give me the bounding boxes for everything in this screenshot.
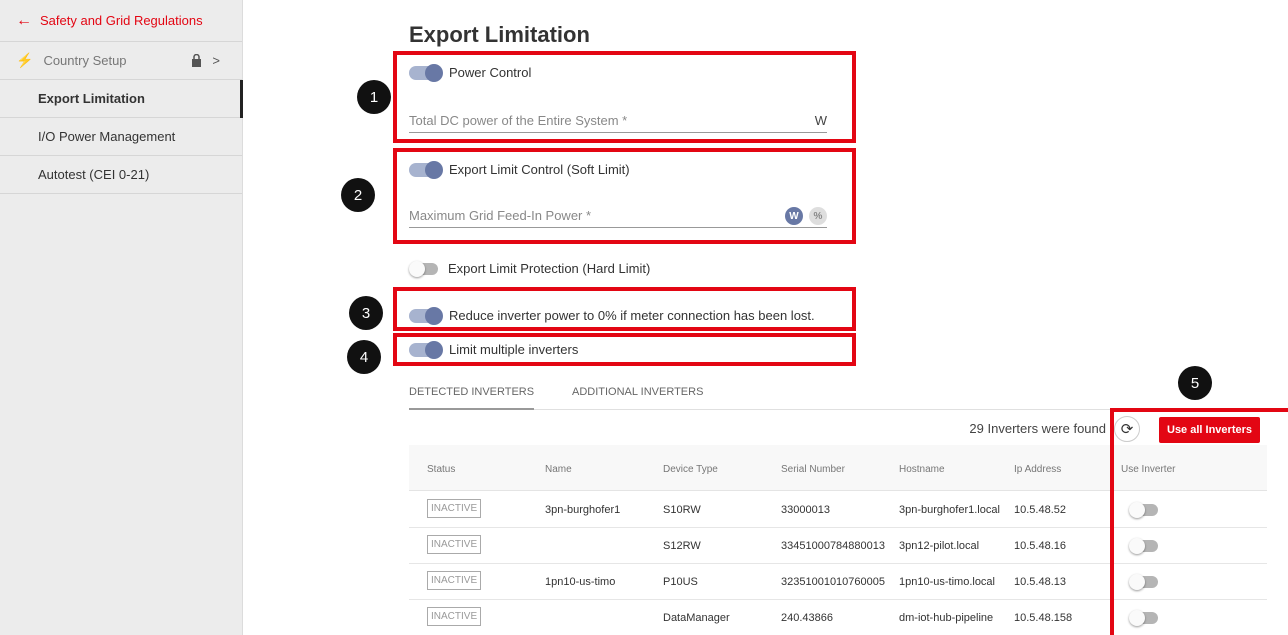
cell-device-type: S12RW — [663, 540, 701, 552]
cell-device-type: S10RW — [663, 504, 701, 516]
col-name: Name — [545, 464, 572, 475]
cell-hostname: 3pn12-pilot.local — [899, 540, 980, 552]
tab-detected-inverters[interactable]: DETECTED INVERTERS — [409, 386, 535, 410]
col-status: Status — [427, 464, 456, 475]
back-link[interactable]: ← Safety and Grid Regulations — [0, 0, 242, 42]
export-limit-soft-toggle[interactable] — [409, 160, 443, 179]
col-serial-number: Serial Number — [781, 464, 845, 475]
sidebar-item-export-limitation[interactable]: Export Limitation — [0, 80, 243, 118]
col-ip-address: Ip Address — [1014, 464, 1062, 475]
cell-name: 3pn-burghofer1 — [545, 504, 621, 516]
col-hostname: Hostname — [899, 464, 945, 475]
unit-percent-option[interactable]: % — [809, 207, 827, 225]
sidebar-item-label: I/O Power Management — [38, 129, 176, 144]
total-dc-power-placeholder: Total DC power of the Entire System * — [409, 113, 628, 128]
cell-hostname: 3pn-burghofer1.local — [899, 504, 1000, 516]
status-badge: INACTIVE — [427, 535, 482, 554]
sidebar-item-autotest[interactable]: Autotest (CEI 0-21) — [0, 156, 242, 194]
export-limit-hard-label: Export Limit Protection (Hard Limit) — [448, 261, 651, 276]
tab-additional-inverters[interactable]: ADDITIONAL INVERTERS — [572, 386, 703, 398]
status-badge: INACTIVE — [427, 607, 482, 626]
limit-multiple-label: Limit multiple inverters — [449, 342, 579, 357]
max-grid-feed-in-placeholder: Maximum Grid Feed-In Power * — [409, 208, 592, 223]
cell-hostname: dm-iot-hub-pipeline — [899, 612, 994, 624]
sidebar-item-label: Export Limitation — [38, 91, 145, 106]
col-device-type: Device Type — [663, 464, 718, 475]
chevron-right-icon: > — [212, 53, 220, 68]
cell-ip: 10.5.48.13 — [1014, 576, 1066, 588]
inverters-found-text: 29 Inverters were found — [969, 421, 1106, 436]
limit-multiple-toggle[interactable] — [409, 340, 443, 359]
cell-serial: 33000013 — [781, 504, 830, 516]
status-badge: INACTIVE — [427, 499, 482, 518]
step-badge-3: 3 — [349, 296, 383, 330]
unit-label: W — [814, 113, 827, 128]
cell-serial: 240.43866 — [781, 612, 833, 624]
sidebar-item-label: Country Setup — [43, 53, 127, 68]
cell-ip: 10.5.48.158 — [1014, 612, 1073, 624]
reduce-power-label: Reduce inverter power to 0% if meter con… — [449, 308, 815, 323]
max-grid-feed-in-field[interactable]: Maximum Grid Feed-In Power * W% — [409, 207, 827, 228]
power-control-label: Power Control — [449, 65, 532, 80]
page-title: Export Limitation — [409, 22, 590, 47]
sidebar-item-label: Autotest (CEI 0-21) — [38, 167, 150, 182]
step-badge-5: 5 — [1178, 366, 1212, 400]
status-badge: INACTIVE — [427, 571, 482, 590]
step-badge-1: 1 — [357, 80, 391, 114]
cell-name: 1pn10-us-timo — [545, 576, 616, 588]
cell-ip: 10.5.48.16 — [1014, 540, 1066, 552]
lock-icon — [192, 54, 202, 67]
cell-device-type: P10US — [663, 576, 698, 588]
sidebar: ← Safety and Grid Regulations ⚡ Country … — [0, 0, 243, 635]
export-limit-soft-label: Export Limit Control (Soft Limit) — [449, 162, 630, 177]
cell-serial: 32351001010760005 — [781, 576, 886, 588]
unit-w-option[interactable]: W — [785, 207, 803, 225]
cell-ip: 10.5.48.52 — [1014, 504, 1066, 516]
highlight-box-5 — [1110, 408, 1288, 635]
export-limit-hard-toggle[interactable] — [409, 260, 438, 277]
sidebar-item-io-power-management[interactable]: I/O Power Management — [0, 118, 242, 156]
step-badge-2: 2 — [341, 178, 375, 212]
step-badge-4: 4 — [347, 340, 381, 374]
reduce-power-toggle[interactable] — [409, 306, 443, 325]
cell-device-type: DataManager — [663, 612, 730, 624]
back-link-label: Safety and Grid Regulations — [40, 13, 203, 28]
cell-serial: 33451000784880013 — [781, 540, 886, 552]
cell-hostname: 1pn10-us-timo.local — [899, 576, 995, 588]
sidebar-item-country-setup[interactable]: ⚡ Country Setup > — [0, 42, 242, 80]
power-tower-icon: ⚡ — [16, 52, 34, 68]
arrow-left-icon: ← — [16, 11, 32, 29]
total-dc-power-field[interactable]: Total DC power of the Entire System * W — [409, 113, 827, 133]
power-control-toggle[interactable] — [409, 63, 443, 82]
inverter-tabs: DETECTED INVERTERS ADDITIONAL INVERTERS — [409, 378, 1267, 410]
